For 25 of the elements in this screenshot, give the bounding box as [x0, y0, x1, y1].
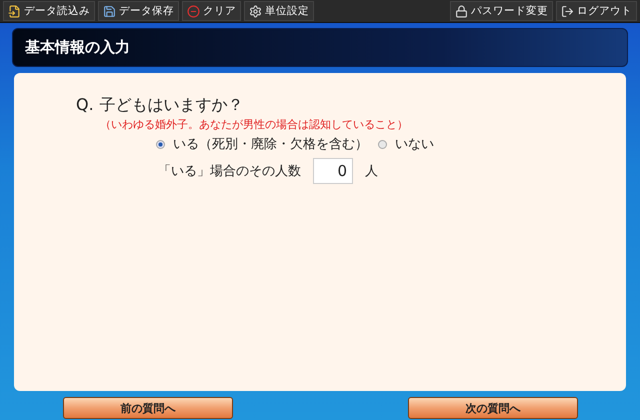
next-button[interactable]: 次の質問へ — [408, 397, 578, 419]
previous-button[interactable]: 前の質問へ — [63, 397, 233, 419]
unit-label: 人 — [365, 163, 378, 180]
settings-icon — [249, 4, 262, 18]
count-field[interactable]: 0 — [313, 158, 353, 184]
logout-icon — [561, 4, 574, 18]
question-note: （いわゆる婚外子。あなたが男性の場合は認知していること） — [100, 117, 409, 132]
question-text: 子どもはいますか？ — [100, 95, 244, 116]
toolbar-button[interactable]: データ保存 — [98, 1, 179, 21]
file-icon — [8, 4, 21, 18]
minus-circle-icon — [187, 4, 200, 18]
toolbar-button[interactable]: ログアウト — [556, 1, 637, 21]
lock-icon — [455, 4, 468, 18]
toolbar-button[interactable]: クリア — [182, 1, 241, 21]
question-prefix: Q. — [76, 95, 94, 116]
option-label[interactable]: いない — [395, 135, 434, 153]
toolbar-button[interactable]: パスワード変更 — [450, 1, 553, 21]
count-label: 「いる」場合のその人数 — [158, 163, 301, 180]
save-icon — [103, 4, 116, 18]
option-label[interactable]: いる（死別・廃除・欠格を含む） — [173, 135, 368, 153]
radio-button[interactable] — [378, 140, 387, 148]
toolbar-button[interactable]: 単位設定 — [244, 1, 314, 21]
page-title: 基本情報の入力 — [25, 38, 130, 57]
radio-button[interactable] — [156, 140, 165, 148]
toolbar-button[interactable]: データ読込み — [3, 1, 95, 21]
